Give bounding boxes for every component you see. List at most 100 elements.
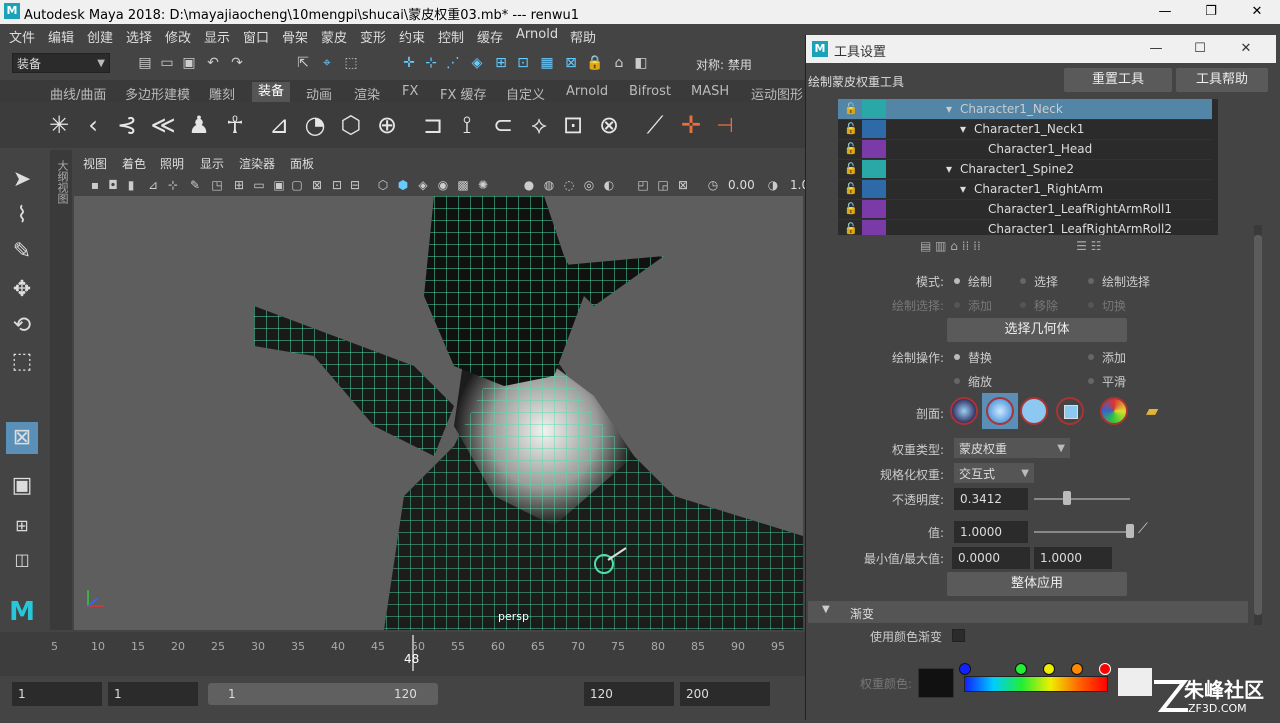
influence-row[interactable]: 🔓 Character1_Head [838,139,1212,160]
snap-point-icon[interactable]: ⋰ [444,54,462,72]
scale-tool-icon[interactable]: ⬚ [6,346,38,378]
humanik-icon[interactable]: ♟ [184,110,214,140]
field-chart-icon[interactable]: ⊠ [308,176,326,194]
quick-rig-icon[interactable]: ☥ [220,110,250,140]
camera-select-icon[interactable]: ▪ [86,176,104,194]
xray-joints-icon[interactable]: ◲ [654,176,672,194]
smooth-label[interactable]: 平滑 [1102,373,1126,390]
shelf-tab-animation[interactable]: 动画 [306,84,332,103]
wireframe-icon[interactable]: ⬡ [374,176,392,194]
value-slider-handle[interactable] [1126,524,1134,538]
joint-label-icon[interactable]: ⊣ [710,110,740,140]
color-ramp[interactable] [964,676,1108,692]
gate-mask-icon[interactable]: ▢ [288,176,306,194]
safe-action-icon[interactable]: ⊡ [328,176,346,194]
film-gate-icon[interactable]: ▭ [250,176,268,194]
replace-radio[interactable] [954,354,960,360]
ramp-marker[interactable] [1043,663,1055,675]
xray-active-icon[interactable]: ⊠ [674,176,692,194]
isolate-select-icon[interactable]: ◰ [634,176,652,194]
camera-attributes-icon[interactable]: ◘ [104,176,122,194]
lock-icon[interactable]: 🔓 [844,102,858,115]
ik-handle-icon[interactable]: ‹ [78,110,108,140]
select-geometry-button[interactable]: 选择几何体 [947,318,1127,342]
lock-icon[interactable]: 🔓 [844,222,858,235]
expand-icon[interactable]: ▾ [946,162,952,176]
lock-icon[interactable]: 🔒 [586,54,604,72]
maximize-button[interactable]: ❐ [1188,0,1234,24]
unbind-skin-icon[interactable]: ◔ [300,110,330,140]
shelf-tab-curves[interactable]: 曲线/曲面 [50,84,106,103]
menu-arnold[interactable]: Arnold [516,27,558,42]
menu-modify[interactable]: 修改 [165,27,191,46]
select-object-icon[interactable]: ⌖ [318,54,336,72]
opacity-slider-handle[interactable] [1062,491,1071,505]
smooth-shade-icon[interactable]: ⬢ [394,176,412,194]
open-scene-icon[interactable]: ▭ [158,54,176,72]
two-view-icon[interactable]: ◫ [6,544,38,576]
pole-vector-icon[interactable]: ⟋ [640,110,670,140]
eyedropper-icon[interactable]: ⟋ [1138,521,1148,537]
end-time-field[interactable]: 200 [680,682,770,706]
max-value-field[interactable]: 1.0000 [1034,547,1112,569]
viewport-menu-shading[interactable]: 着色 [122,155,146,172]
smooth-radio[interactable] [1088,378,1094,384]
panel-minimize-button[interactable]: — [1134,35,1178,63]
panel-close-button[interactable]: ✕ [1224,35,1268,63]
flood-button[interactable]: 整体应用 [947,572,1127,596]
viewport-menu-show[interactable]: 显示 [200,155,224,172]
depth-of-field-icon[interactable]: ◐ [600,176,618,194]
sticky-icon[interactable]: ◳ [208,176,226,194]
minimize-button[interactable]: — [1142,0,1188,24]
panel-scrollbar[interactable] [1254,225,1262,625]
reset-tool-button[interactable]: 重置工具 [1064,68,1172,92]
menu-edit[interactable]: 编辑 [48,27,74,46]
bookmark-icon[interactable]: ▮ [122,176,140,194]
min-value-field[interactable]: 0.0000 [952,547,1030,569]
select-component-icon[interactable]: ⬚ [342,54,360,72]
camera-icon[interactable]: ◧ [632,54,650,72]
ambient-occlusion-icon[interactable]: ◍ [540,176,558,194]
move-tool-icon[interactable]: ✥ [6,274,38,306]
influence-row[interactable]: 🔓 ▾ Character1_RightArm [838,179,1212,200]
motion-blur-icon[interactable]: ◌ [560,176,578,194]
viewport-menu-panels[interactable]: 面板 [290,155,314,172]
start-time-field[interactable]: 1 [12,682,102,706]
menu-cache[interactable]: 缓存 [477,27,503,46]
create-joint-icon[interactable]: ✳ [44,110,74,140]
value-field[interactable]: 1.0000 [954,521,1028,543]
square-brush-icon[interactable] [1056,397,1084,425]
playback-end-field[interactable]: 120 [584,682,674,706]
tool-help-button[interactable]: 工具帮助 [1176,68,1268,92]
shelf-tab-rendering[interactable]: 渲染 [354,84,380,103]
joint-orient-icon[interactable]: ✛ [676,110,706,140]
select-hierarchy-icon[interactable]: ⇱ [294,54,312,72]
menu-set-dropdown[interactable]: 装备 ▼ [12,53,110,73]
gaussian-brush-icon[interactable] [950,397,978,425]
exposure-value[interactable]: 0.00 [728,178,755,192]
menu-window[interactable]: 窗口 [243,27,269,46]
shelf-tab-poly[interactable]: 多边形建模 [125,84,190,103]
resolution-gate-icon[interactable]: ▣ [270,176,288,194]
viewport-menu-view[interactable]: 视图 [83,155,107,172]
rotate-tool-icon[interactable]: ⟲ [6,310,38,342]
shelf-tab-motion-graphics[interactable]: 运动图形 [751,84,803,103]
paint-skin-weights-tool-icon[interactable]: ⊠ [6,422,38,454]
snap-live-icon[interactable]: ▦ [538,54,556,72]
snap-magnet-icon[interactable]: ⊠ [562,54,580,72]
paint-select-tool-icon[interactable]: ✎ [6,236,38,268]
ramp-marker[interactable] [1099,663,1111,675]
folder-icon[interactable]: ▰ [1146,401,1158,420]
lock-icon[interactable]: 🔓 [844,122,858,135]
opacity-field[interactable]: 0.3412 [954,488,1028,510]
ramp-marker[interactable] [1071,663,1083,675]
parent-constraint-icon[interactable]: ⊗ [594,110,624,140]
lasso-tool-icon[interactable]: ⌇ [6,200,38,232]
list-tools-icons[interactable]: ▤ ▥ ⌂ ⁞⁞ ⁞⁞ ☰ ☷ [920,239,1102,253]
shelf-tab-custom[interactable]: 自定义 [506,84,545,103]
time-slider[interactable]: 5 10 15 20 25 30 35 40 45 50 55 60 65 70… [0,632,805,676]
snap-view-icon[interactable]: ◈ [468,54,486,72]
wireframe-on-shaded-icon[interactable]: ◈ [414,176,432,194]
shelf-tab-fx-cache[interactable]: FX 缓存 [440,84,487,103]
select-tool-icon[interactable]: ➤ [6,164,38,196]
